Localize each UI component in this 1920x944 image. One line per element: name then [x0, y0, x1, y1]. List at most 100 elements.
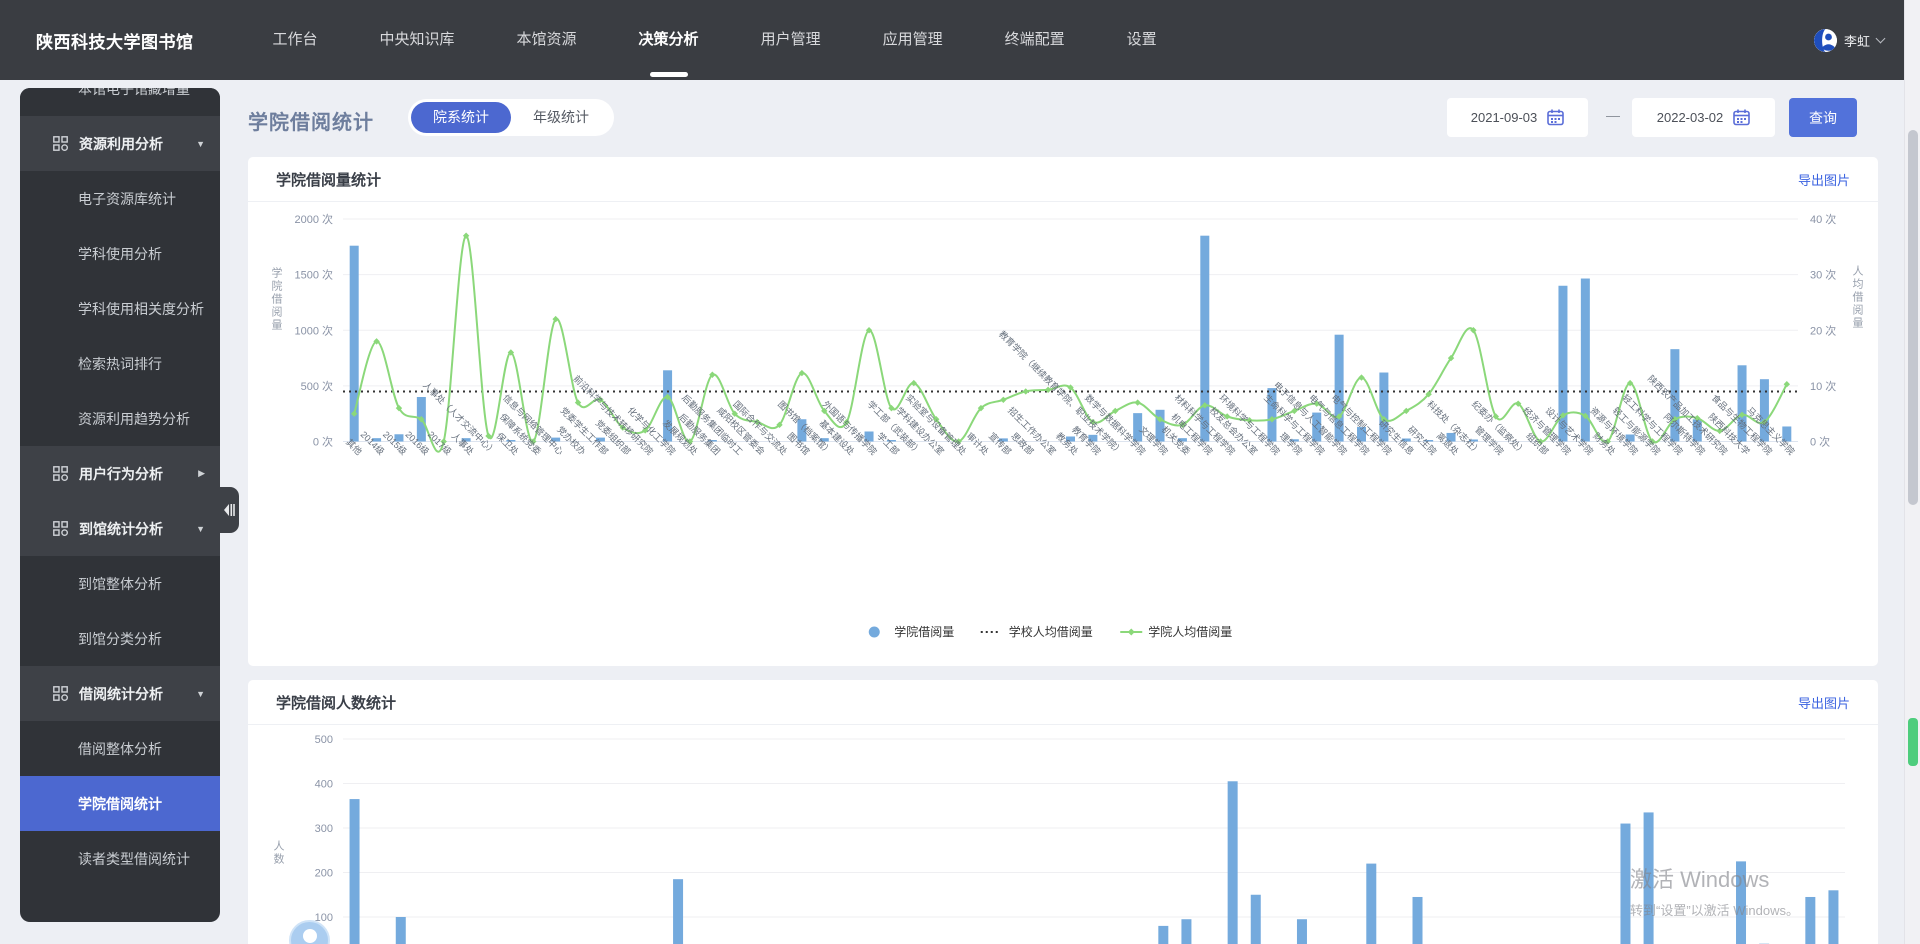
export-image-link[interactable]: 导出图片 — [1798, 693, 1850, 712]
college-borrow-volume-card: 学院借阅量统计 导出图片 2000 次 1500 次 1000 次 500 次 0 次 4… — [248, 157, 1878, 666]
svg-text:20 次: 20 次 — [1810, 323, 1836, 337]
svg-text:2000 次: 2000 次 — [294, 212, 333, 226]
bar-series[interactable] — [349, 781, 1839, 944]
svg-text:2014级: 2014级 — [359, 429, 387, 457]
sidebar-item-4[interactable]: 学科使用相关度分析 — [20, 281, 220, 336]
college-borrow-volume-chart[interactable]: 2000 次 1500 次 1000 次 500 次 0 次 40 次 30 次 20 次 10… — [248, 203, 1878, 665]
sidebar-item-label: 电子资源库统计 — [78, 190, 176, 207]
card-title: 学院借阅量统计 — [276, 171, 382, 189]
svg-text:2015级: 2015级 — [381, 429, 409, 457]
sidebar-item-2[interactable]: 电子资源库统计 — [20, 171, 220, 226]
svg-text:学校人均借阅量: 学校人均借阅量 — [1009, 624, 1093, 639]
svg-text:400: 400 — [315, 779, 333, 791]
svg-text:学院人均借阅量: 学院人均借阅量 — [1148, 624, 1232, 639]
sidebar-collapse-handle[interactable] — [220, 487, 239, 533]
tab-department-stats[interactable]: 院系统计 — [411, 102, 511, 133]
sidebar-item-0[interactable]: 本馆电子馆藏增量 — [20, 88, 220, 116]
scrollbar-thumb[interactable] — [1908, 130, 1918, 505]
sidebar-item-label: 用户行为分析 — [79, 465, 163, 482]
sidebar-item-1[interactable]: 资源利用分析 ▼ — [20, 116, 220, 171]
svg-text:500 次: 500 次 — [301, 379, 333, 393]
svg-text:2017级: 2017级 — [426, 429, 454, 457]
chevron-down-icon: ▼ — [196, 523, 205, 534]
svg-text:审计处: 审计处 — [964, 430, 991, 457]
sidebar-item-12[interactable]: 借阅整体分析 — [20, 721, 220, 776]
start-date-value: 2021-09-03 — [1470, 110, 1538, 125]
sidebar: 本馆电子馆藏增量资源利用分析 ▼ 电子资源库统计 学科使用分析学科使用相关度分析 检索热… — [20, 88, 220, 922]
calendar-icon — [1733, 109, 1751, 126]
sidebar-item-9[interactable]: 到馆整体分析 — [20, 556, 220, 611]
svg-text:0 次: 0 次 — [1810, 435, 1830, 449]
top-nav: 陕西科技大学图书馆 工作台 中央知识库 本馆资源 决策分析 用户管理 应用管理 终端配置 设置… — [0, 0, 1920, 80]
windows-activation-watermark: 激活 Windows 转到“设置”以激活 Windows。 — [1630, 867, 1800, 918]
nav-item-0[interactable]: 工作台 — [261, 0, 330, 80]
svg-text:500: 500 — [315, 734, 333, 746]
sidebar-item-label: 到馆统计分析 — [79, 520, 163, 537]
nav-menu: 工作台 中央知识库 本馆资源 决策分析 用户管理 应用管理 终端配置 设置 — [242, 0, 1188, 80]
svg-text:30 次: 30 次 — [1810, 268, 1836, 282]
sidebar-item-7[interactable]: 用户行为分析 ▶ — [20, 446, 220, 501]
tab-grade-stats[interactable]: 年级统计 — [511, 102, 611, 133]
sidebar-item-6[interactable]: 资源利用趋势分析 — [20, 391, 220, 446]
sidebar-item-label: 学科使用相关度分析 — [78, 300, 204, 317]
sidebar-item-label: 资源利用趋势分析 — [78, 410, 190, 427]
end-date-input[interactable]: 2022-03-02 — [1632, 98, 1775, 137]
svg-text:0 次: 0 次 — [313, 435, 333, 449]
nav-item-5[interactable]: 应用管理 — [871, 0, 955, 80]
page-title: 学院借阅统计 — [248, 112, 374, 134]
svg-text:学院借阅量: 学院借阅量 — [894, 624, 954, 639]
query-button[interactable]: 查询 — [1789, 98, 1857, 137]
category-grid-icon — [53, 466, 68, 481]
sidebar-item-label: 资源利用分析 — [79, 135, 163, 152]
sidebar-item-label: 学科使用分析 — [78, 245, 162, 262]
sidebar-item-14[interactable]: 读者类型借阅统计 — [20, 831, 220, 886]
category-grid-icon — [53, 686, 68, 701]
chevron-down-icon — [1875, 33, 1886, 43]
svg-text:200: 200 — [315, 868, 333, 880]
sidebar-item-11[interactable]: 借阅统计分析 ▼ — [20, 666, 220, 721]
end-date-value: 2022-03-02 — [1656, 110, 1724, 125]
nav-item-3[interactable]: 决策分析 — [627, 0, 711, 80]
sidebar-item-label: 借阅统计分析 — [79, 685, 163, 702]
svg-text:1500 次: 1500 次 — [294, 268, 333, 282]
right-axis-title: 人均借阅量 — [1851, 265, 1863, 330]
svg-text:10 次: 10 次 — [1810, 379, 1836, 393]
svg-text:宣传部: 宣传部 — [987, 430, 1014, 457]
app-title: 陕西科技大学图书馆 — [36, 32, 194, 52]
category-grid-icon — [53, 521, 68, 536]
left-axis-title: 人数 — [272, 840, 284, 866]
chevron-right-icon: ▶ — [198, 468, 205, 478]
category-grid-icon — [53, 136, 68, 151]
left-axis-title: 学院借阅量 — [270, 267, 282, 332]
sidebar-item-label: 检索热词排行 — [78, 355, 162, 372]
sidebar-item-8[interactable]: 到馆统计分析 ▼ — [20, 501, 220, 556]
nav-item-4[interactable]: 用户管理 — [749, 0, 833, 80]
sidebar-item-3[interactable]: 学科使用分析 — [20, 226, 220, 281]
card-title: 学院借阅人数统计 — [276, 694, 397, 712]
sidebar-item-label: 借阅整体分析 — [78, 740, 162, 757]
nav-item-2[interactable]: 本馆资源 — [505, 0, 589, 80]
stat-mode-tabs: 院系统计 年级统计 — [408, 99, 614, 136]
export-image-link[interactable]: 导出图片 — [1798, 170, 1850, 189]
avatar — [1813, 28, 1837, 52]
start-date-input[interactable]: 2021-09-03 — [1447, 98, 1588, 137]
user-menu[interactable]: 李虹 — [1813, 28, 1886, 52]
sidebar-item-label: 到馆分类分析 — [78, 630, 162, 647]
scrollbar — [1904, 0, 1920, 944]
sidebar-item-label: 读者类型借阅统计 — [78, 850, 190, 867]
sidebar-item-5[interactable]: 检索热词排行 — [20, 336, 220, 391]
nav-item-7[interactable]: 设置 — [1115, 0, 1169, 80]
svg-text:40 次: 40 次 — [1810, 212, 1836, 226]
chevron-down-icon: ▼ — [196, 138, 205, 149]
chart-legend[interactable]: 学院借阅量 学校人均借阅量 学院人均借阅量 — [868, 624, 1233, 639]
sidebar-item-10[interactable]: 到馆分类分析 — [20, 611, 220, 666]
user-name: 李虹 — [1843, 33, 1870, 49]
date-range-separator: — — [1606, 107, 1620, 123]
nav-item-6[interactable]: 终端配置 — [993, 0, 1077, 80]
sidebar-item-label: 学院借阅统计 — [78, 795, 162, 812]
sidebar-item-13[interactable]: 学院借阅统计 — [20, 776, 220, 831]
nav-item-1[interactable]: 中央知识库 — [368, 0, 467, 80]
collapse-left-icon — [224, 504, 235, 516]
calendar-icon — [1547, 109, 1565, 126]
svg-text:其他: 其他 — [344, 436, 365, 457]
